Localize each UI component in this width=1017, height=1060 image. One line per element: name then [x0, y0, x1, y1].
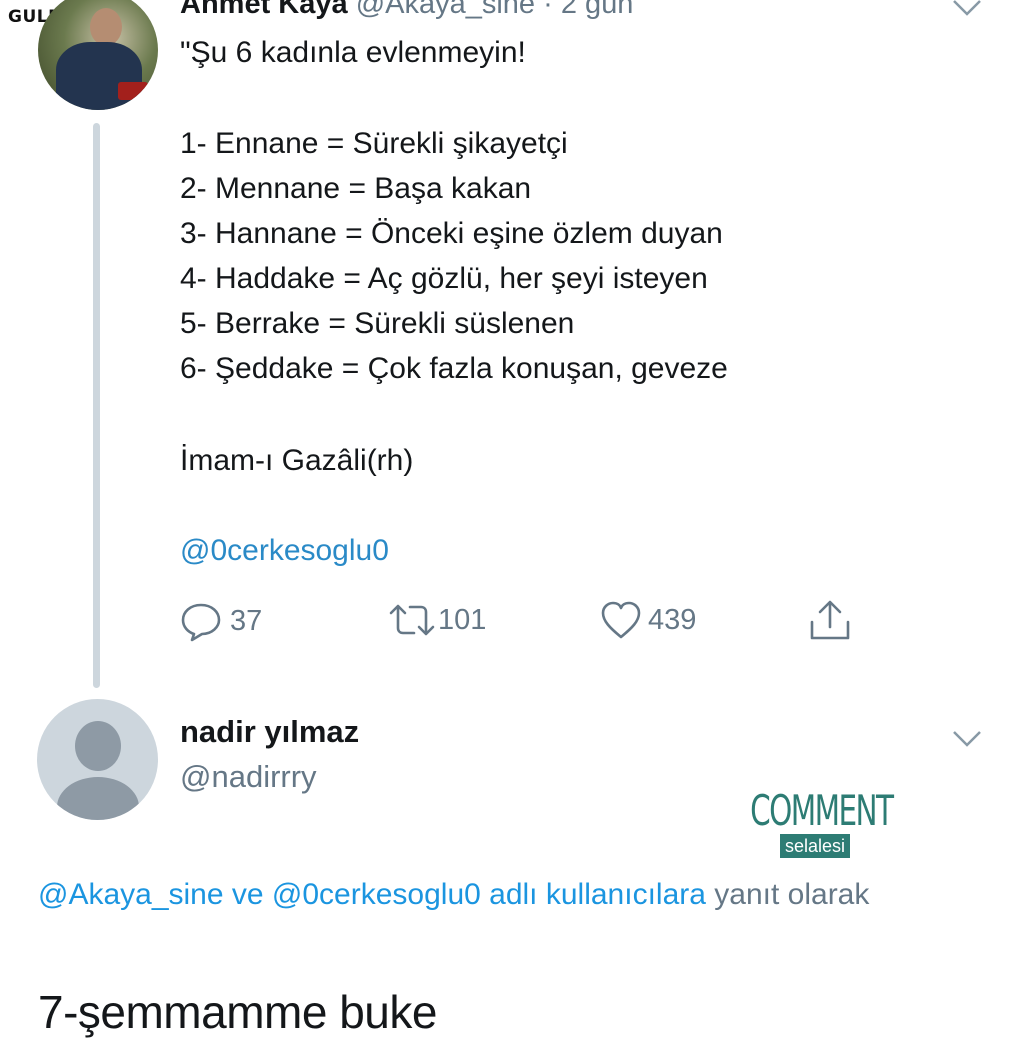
- replying-to-context: @Akaya_sine ve @0cerkesoglu0 adlı kullan…: [38, 870, 938, 920]
- logo-title: COMMENT: [750, 786, 894, 835]
- author-handle[interactable]: @Akaya_sine: [356, 0, 535, 20]
- author-name[interactable]: Ahmet Kaya: [180, 0, 348, 20]
- reply-author-name[interactable]: nadir yılmaz: [180, 714, 359, 750]
- retweet-count: 101: [438, 603, 487, 636]
- tweet-text-line: 4- Haddake = Aç gözlü, her şeyi isteyen: [180, 262, 708, 295]
- share-action[interactable]: [808, 600, 852, 642]
- retweet-icon: [389, 604, 435, 636]
- tweet-signature: İmam-ı Gazâli(rh): [180, 444, 414, 477]
- like-count: 439: [648, 603, 697, 636]
- share-icon: [810, 600, 850, 640]
- tweet-text-line: 5- Berrake = Sürekli süslenen: [180, 307, 575, 340]
- reply-icon: [181, 603, 221, 642]
- like-action[interactable]: 439: [600, 600, 696, 640]
- reply-text: 7-şemmamme buke: [38, 986, 437, 1038]
- tweet-text-line: 1- Ennane = Sürekli şikayetçi: [180, 127, 568, 160]
- logo-subtitle: selalesi: [779, 834, 851, 858]
- tweet-text-line: 6- Şeddake = Çok fazla konuşan, geveze: [180, 352, 728, 385]
- tweet-header: Ahmet Kaya @Akaya_sine · 2 gün: [180, 0, 633, 21]
- tweet-mention-link[interactable]: @0cerkesoglu0: [180, 534, 389, 568]
- reply-author-avatar[interactable]: [37, 699, 158, 820]
- like-icon: [601, 601, 641, 639]
- reply-author-handle[interactable]: @nadirrry: [180, 759, 317, 795]
- tweet-time[interactable]: · 2 gün: [543, 0, 633, 20]
- tweet-text-line: "Şu 6 kadınla evlenmeyin!: [180, 36, 526, 69]
- chevron-down-icon[interactable]: [951, 0, 983, 18]
- retweet-action[interactable]: 101: [388, 600, 486, 640]
- chevron-down-icon[interactable]: [951, 729, 983, 749]
- replying-to-mentions[interactable]: @Akaya_sine ve @0cerkesoglu0 adlı kullan…: [38, 878, 706, 911]
- thread-connector-line: [93, 123, 100, 688]
- reply-count: 37: [230, 604, 263, 637]
- author-avatar[interactable]: [38, 0, 158, 110]
- replying-to-suffix: yanıt olarak: [714, 878, 870, 911]
- comment-selalesi-logo: COMMENT selalesi: [736, 786, 894, 858]
- reply-action[interactable]: 37: [180, 600, 262, 642]
- tweet-text-line: 2- Mennane = Başa kakan: [180, 172, 532, 205]
- tweet-text-line: 3- Hannane = Önceki eşine özlem duyan: [180, 217, 723, 250]
